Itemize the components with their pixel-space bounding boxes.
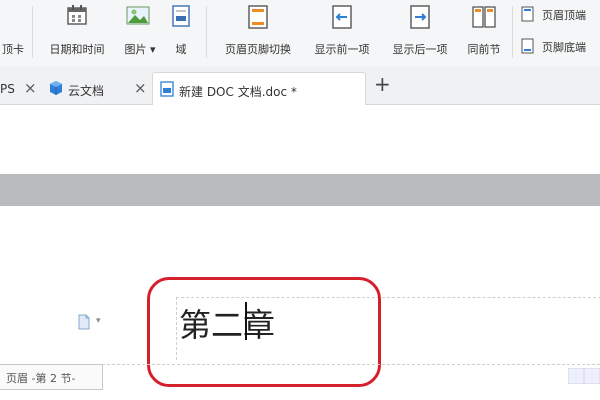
footer-bottom-distance-button[interactable]: 页脚底端	[520, 36, 600, 56]
new-tab-plus-icon[interactable]: +	[374, 72, 391, 96]
show-previous-label: 显示前一项	[314, 43, 370, 56]
tab-cloud-docs[interactable]: 云文档 ×	[44, 72, 152, 104]
tab-active-document-label: 新建 DOC 文档.doc *	[179, 85, 297, 99]
calendar-icon	[67, 5, 87, 25]
document-tab-bar: PS × 云文档 × 新建 DOC 文档.doc * +	[0, 66, 600, 105]
picture-icon	[126, 6, 150, 25]
next-item-icon	[410, 5, 430, 29]
close-icon[interactable]: ×	[134, 79, 147, 97]
switch-header-footer-button[interactable]: 页眉页脚切换	[216, 0, 300, 66]
picture-label: 图片 ▾	[118, 41, 162, 57]
tab-partial-label: PS	[0, 82, 15, 96]
header-option-button[interactable]	[584, 368, 600, 384]
link-previous-icon	[472, 6, 496, 28]
footer-bottom-label: 页脚底端	[542, 41, 586, 54]
same-as-previous-button[interactable]: 同前节	[460, 0, 508, 66]
ribbon-partial-tab-label: 顶卡	[2, 43, 24, 56]
ribbon-partial-tab[interactable]: 顶卡	[0, 0, 26, 66]
chevron-down-icon[interactable]: ▾	[96, 316, 101, 326]
previous-item-icon	[332, 5, 352, 29]
highlight-annotation-ring	[147, 277, 381, 387]
field-button[interactable]: 域	[166, 0, 196, 66]
ribbon-separator	[206, 6, 207, 58]
tab-cloud-docs-label: 云文档	[68, 84, 105, 98]
header-option-button[interactable]	[568, 368, 584, 384]
ribbon-separator	[512, 6, 513, 58]
tab-partial[interactable]: PS ×	[0, 72, 40, 104]
dropdown-caret-icon: ▾	[149, 43, 156, 56]
header-top-distance-button[interactable]: 页眉顶端	[520, 4, 600, 24]
field-icon	[172, 5, 190, 27]
show-next-button[interactable]: 显示后一项	[384, 0, 456, 66]
cloud-cube-icon	[50, 81, 62, 95]
paragraph-layout-icon[interactable]	[76, 314, 92, 330]
header-top-icon	[521, 6, 534, 22]
header-footer-switch-icon	[248, 5, 268, 29]
date-time-button[interactable]: 日期和时间	[40, 0, 114, 66]
field-label: 域	[175, 43, 187, 56]
switch-header-footer-label: 页眉页脚切换	[225, 43, 291, 56]
show-next-label: 显示后一项	[392, 43, 448, 56]
close-icon[interactable]: ×	[24, 79, 37, 97]
tab-active-document[interactable]: 新建 DOC 文档.doc *	[152, 72, 366, 105]
same-as-previous-label: 同前节	[467, 43, 501, 56]
header-section-tag-label: 页眉 -第 2 节-	[6, 372, 76, 385]
ribbon-separator	[32, 6, 33, 58]
show-previous-button[interactable]: 显示前一项	[306, 0, 378, 66]
header-top-label: 页眉顶端	[542, 9, 586, 22]
doc-file-icon	[160, 81, 174, 97]
header-boundary-line	[102, 364, 600, 365]
footer-bottom-icon	[521, 38, 534, 54]
page-gap	[0, 174, 600, 206]
header-section-tag: 页眉 -第 2 节-	[0, 364, 103, 390]
ribbon-toolbar: 顶卡 日期和时间 图片 ▾ 域 页眉页脚切换 显示前一项 显示后一项 同前节 页…	[0, 0, 600, 66]
picture-label-text: 图片	[124, 43, 147, 56]
picture-button[interactable]: 图片 ▾	[118, 0, 162, 66]
date-time-label: 日期和时间	[49, 43, 105, 56]
